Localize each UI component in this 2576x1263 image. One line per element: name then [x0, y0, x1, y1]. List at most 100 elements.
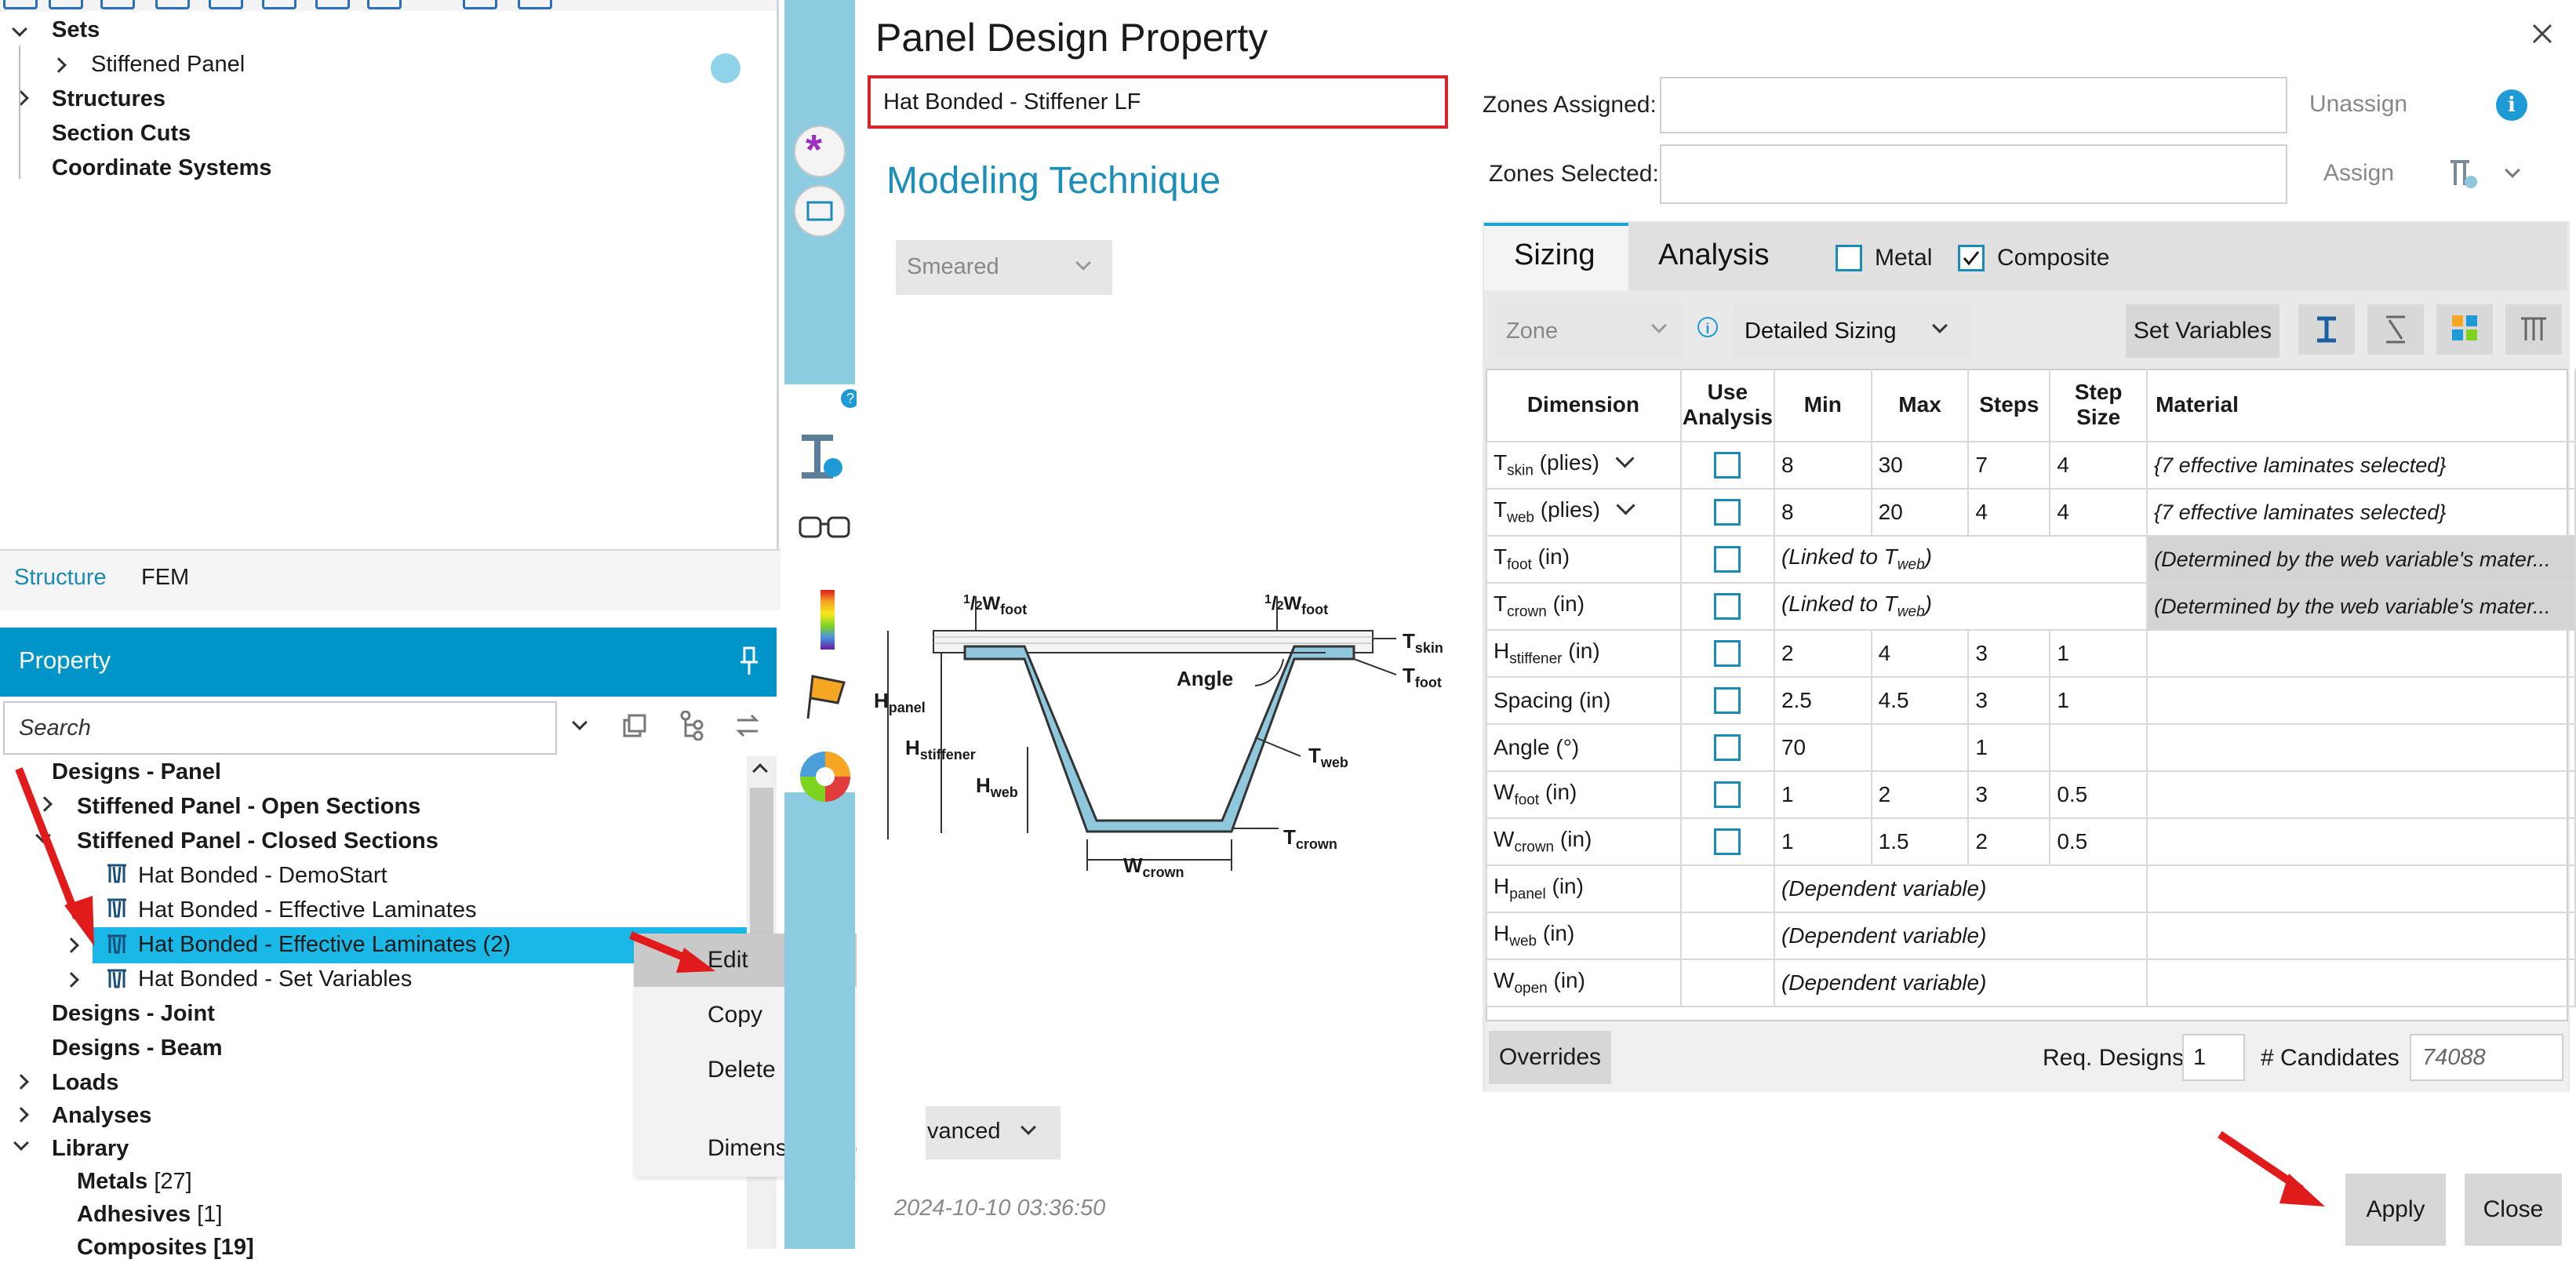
- toolbar-button[interactable]: [155, 0, 190, 9]
- toolbar-button[interactable]: [209, 0, 243, 9]
- toolbar-button[interactable]: [3, 0, 38, 9]
- close-button[interactable]: Close: [2465, 1174, 2562, 1246]
- tree-item-set-variables[interactable]: Hat Bonded - Set Variables: [138, 963, 412, 995]
- min-cell[interactable]: 1: [1773, 770, 1872, 819]
- steps-cell[interactable]: 2: [1967, 817, 2051, 866]
- asterisk-button[interactable]: *: [794, 126, 846, 177]
- zones-selected-field[interactable]: [1660, 144, 2287, 204]
- max-cell[interactable]: 1.5: [1870, 817, 1970, 866]
- chevron-down-icon[interactable]: [572, 715, 588, 730]
- toolbar-button[interactable]: [463, 0, 497, 9]
- tree-item-designs-beam[interactable]: Designs - Beam: [52, 1032, 223, 1064]
- material-cell[interactable]: (Determined by the web variable's mater.…: [2146, 535, 2576, 584]
- tree-item-sets[interactable]: Sets: [52, 14, 100, 45]
- tree-item-metals[interactable]: Metals [27]: [77, 1166, 192, 1197]
- zone-info-icon[interactable]: i: [1697, 317, 1718, 337]
- use-analysis-checkbox[interactable]: [1714, 781, 1741, 809]
- chevron-right-icon[interactable]: [13, 90, 29, 106]
- tree-item-loads[interactable]: Loads: [52, 1067, 118, 1098]
- chevron-right-icon[interactable]: [51, 57, 67, 73]
- max-cell[interactable]: 4: [1870, 629, 1970, 678]
- tree-item-demo-start[interactable]: Hat Bonded - DemoStart: [138, 860, 387, 891]
- expand-chevron-icon[interactable]: [1615, 449, 1635, 468]
- dimension-button[interactable]: [2367, 304, 2424, 355]
- expand-chevron-icon[interactable]: [1616, 496, 1635, 515]
- tree-item-structures[interactable]: Structures: [52, 83, 166, 115]
- steps-cell[interactable]: 3: [1967, 676, 2051, 725]
- candidates-input[interactable]: 74088: [2410, 1034, 2563, 1081]
- tree-item-closed-sections[interactable]: Stiffened Panel - Closed Sections: [77, 825, 438, 857]
- columns-button[interactable]: [2505, 304, 2562, 355]
- use-analysis-checkbox[interactable]: [1714, 452, 1741, 479]
- tree-item-analyses[interactable]: Analyses: [52, 1100, 151, 1131]
- tree-view-icon[interactable]: [679, 711, 704, 741]
- toolbar-button[interactable]: [518, 0, 552, 9]
- collapse-all-icon[interactable]: [621, 712, 648, 739]
- max-cell[interactable]: 30: [1870, 441, 1970, 490]
- unassign-button[interactable]: Unassign: [2309, 91, 2407, 118]
- min-cell[interactable]: 70: [1773, 723, 1872, 772]
- smeared-dropdown[interactable]: Smeared: [896, 240, 1112, 295]
- zone-dropdown[interactable]: Zone: [1495, 304, 1683, 358]
- zones-assigned-field[interactable]: [1660, 77, 2287, 133]
- steps-cell[interactable]: 4: [1967, 488, 2051, 537]
- toolbar-button[interactable]: [49, 0, 83, 9]
- tab-analysis[interactable]: Analysis: [1658, 238, 1770, 272]
- chevron-down-icon[interactable]: [12, 21, 27, 37]
- steps-cell[interactable]: 7: [1967, 441, 2051, 490]
- use-analysis-checkbox[interactable]: [1714, 640, 1741, 668]
- tree-item-open-sections[interactable]: Stiffened Panel - Open Sections: [77, 791, 420, 822]
- use-analysis-checkbox[interactable]: [1714, 593, 1741, 621]
- max-cell[interactable]: [1870, 723, 1970, 772]
- property-search-input[interactable]: Search: [3, 701, 557, 755]
- tree-item-coordinate-systems[interactable]: Coordinate Systems: [52, 152, 271, 184]
- use-analysis-checkbox[interactable]: [1714, 499, 1741, 526]
- toolbar-button[interactable]: [367, 0, 402, 9]
- tab-sizing[interactable]: Sizing: [1514, 238, 1595, 272]
- min-cell[interactable]: 8: [1773, 488, 1872, 537]
- tree-item-section-cuts[interactable]: Section Cuts: [52, 118, 191, 149]
- min-cell[interactable]: 8: [1773, 441, 1872, 490]
- step-cell[interactable]: 4: [2049, 488, 2148, 537]
- min-cell[interactable]: 2: [1773, 629, 1872, 678]
- glasses-icon[interactable]: [797, 502, 853, 549]
- use-analysis-checkbox[interactable]: [1714, 546, 1741, 573]
- tab-fem[interactable]: FEM: [141, 565, 189, 591]
- steps-cell[interactable]: 3: [1967, 629, 2051, 678]
- min-cell[interactable]: 2.5: [1773, 676, 1872, 725]
- beam-play-icon[interactable]: [799, 431, 842, 483]
- stiffener-filter-icon[interactable]: [2449, 158, 2479, 190]
- pin-icon[interactable]: [739, 646, 759, 678]
- rectangle-button[interactable]: [794, 185, 846, 237]
- apply-button[interactable]: Apply: [2345, 1174, 2446, 1246]
- req-designs-input[interactable]: 1: [2182, 1034, 2245, 1081]
- overrides-button[interactable]: Overrides: [1489, 1031, 1611, 1084]
- beam-profile-button[interactable]: [2298, 304, 2355, 355]
- step-cell[interactable]: 1: [2049, 629, 2148, 678]
- tree-item-adhesives[interactable]: Adhesives [1]: [77, 1199, 222, 1230]
- toolbar-button[interactable]: [262, 0, 297, 9]
- set-variables-button[interactable]: Set Variables: [2126, 304, 2279, 358]
- material-cell[interactable]: {7 effective laminates selected}: [2146, 441, 2576, 490]
- step-cell[interactable]: 1: [2049, 676, 2148, 725]
- use-analysis-checkbox[interactable]: [1714, 734, 1741, 762]
- metal-checkbox[interactable]: [1836, 245, 1862, 271]
- design-name-input[interactable]: Hat Bonded - Stiffener LF: [868, 75, 1448, 129]
- toolbar-button[interactable]: [100, 0, 135, 9]
- info-icon[interactable]: i: [2496, 89, 2527, 121]
- tree-item-composites[interactable]: Composites [19]: [77, 1232, 254, 1263]
- step-cell[interactable]: 0.5: [2049, 770, 2148, 819]
- steps-cell[interactable]: 3: [1967, 770, 2051, 819]
- use-analysis-checkbox[interactable]: [1714, 828, 1741, 856]
- detailed-sizing-dropdown[interactable]: Detailed Sizing: [1734, 304, 1970, 358]
- toolbar-button[interactable]: [315, 0, 350, 9]
- color-scale-icon[interactable]: [820, 590, 835, 650]
- assign-button[interactable]: Assign: [2323, 160, 2394, 187]
- step-cell[interactable]: [2049, 723, 2148, 772]
- flag-icon[interactable]: [802, 672, 853, 723]
- color-wheel-icon[interactable]: [797, 748, 853, 805]
- swap-icon[interactable]: [734, 712, 761, 739]
- tree-item-stiffened-panel[interactable]: Stiffened Panel: [91, 49, 245, 80]
- max-cell[interactable]: 20: [1870, 488, 1970, 537]
- step-cell[interactable]: 4: [2049, 441, 2148, 490]
